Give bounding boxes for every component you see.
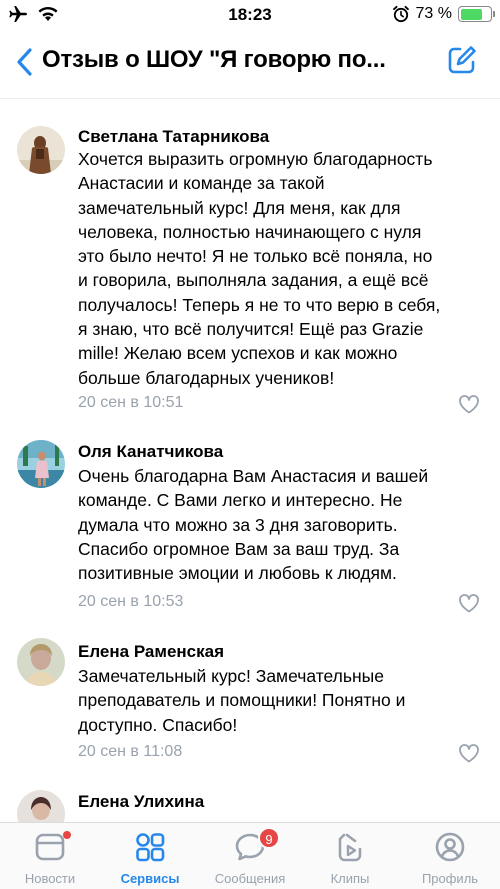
comment-text: Замечательный курс! Замечательные препод… [78, 664, 484, 737]
avatar-image [17, 440, 65, 488]
tab-services[interactable]: Сервисы [100, 823, 200, 889]
comment-author[interactable]: Светлана Татарникова [78, 127, 269, 147]
page-title: Отзыв о ШОУ "Я говорю по... [42, 46, 386, 73]
comment-text-line: думала что можно за 3 дня заговорить. [78, 514, 398, 535]
clips-icon [338, 833, 362, 862]
battery-percent: 73 % [415, 5, 452, 22]
avatar[interactable] [17, 440, 65, 488]
comment-text-line: человека, полностью начинающего с нуля [78, 221, 422, 242]
tab-label: Новости [24, 871, 76, 886]
comment-text-line: позитивные эмоции и любовь к людям. [78, 563, 397, 584]
comment-date: 20 сен в 10:53 [78, 593, 184, 610]
alarm-icon [392, 5, 409, 23]
like-heart-icon[interactable] [458, 743, 480, 763]
tab-profile[interactable]: Профиль [400, 823, 500, 889]
tab-label: Клипы [330, 871, 370, 886]
battery-icon [458, 6, 495, 22]
tab-messages[interactable]: 9 Сообщения [200, 823, 300, 889]
status-right: 73 % [392, 5, 495, 23]
comment-author[interactable]: Елена Раменская [78, 642, 224, 662]
comment-text-line: получалось! Теперь я не то что верю в се… [78, 294, 441, 315]
comment-text-line: команде. С Вами легко и интересно. Не [78, 490, 403, 511]
news-notification-dot [63, 831, 71, 839]
tab-news[interactable]: Новости [0, 823, 100, 889]
messages-badge: 9 [258, 827, 280, 849]
back-arrow-icon[interactable] [12, 46, 38, 78]
avatar-image [17, 126, 65, 174]
comment-text-line: я знаю, что всё получится! Ещё раз Grazi… [78, 319, 424, 340]
battery-level [460, 8, 482, 20]
comment-text-line: Анастасии и команде за такой [78, 173, 325, 194]
comment-text: Хочется выразить огромную благодарность … [78, 147, 484, 390]
comment-text-line: больше благодарных учеников! [78, 367, 335, 388]
comment-text-line: Спасибо огромное Вам за ваш труд. За [78, 538, 400, 559]
header-divider [0, 98, 500, 99]
tab-label: Сервисы [120, 871, 180, 886]
avatar[interactable] [17, 126, 65, 174]
comment-text-line: Замечательный курс! Замечательные [78, 666, 384, 686]
comment-text-line: Очень благодарна Вам Анастасия и вашей [78, 466, 429, 486]
comment-text-line: и говорила, выполняла задания, а ещё всё [78, 270, 429, 291]
comment-text-line: замечательный курс! Для меня, как для [78, 197, 401, 218]
comment-text-line: Хочется выразить огромную благодарность [78, 149, 433, 169]
avatar-image [17, 638, 65, 686]
comment-date: 20 сен в 11:08 [78, 743, 183, 760]
tab-clips[interactable]: Клипы [300, 823, 400, 889]
tab-bar: Новости Сервисы 9 Сообщения Клипы Профил… [0, 822, 500, 889]
comment-date: 20 сен в 10:51 [78, 394, 184, 411]
tab-label: Сообщения [214, 871, 286, 886]
comment-author[interactable]: Елена Улихина [78, 792, 204, 812]
tab-label: Профиль [421, 871, 479, 886]
like-heart-icon[interactable] [458, 394, 480, 414]
services-icon [136, 833, 165, 862]
avatar[interactable] [17, 638, 65, 686]
status-bar: 18:23 73 % [0, 0, 500, 30]
comment-text-line: mille! Желаю всем успехов и как можно [78, 343, 398, 364]
profile-icon [435, 832, 465, 862]
comment-text-line: преподаватель и помощники! Понятно и [78, 690, 406, 711]
like-heart-icon[interactable] [458, 593, 480, 613]
comment-text-line: доступно. Спасибо! [78, 714, 238, 735]
compose-icon[interactable] [446, 44, 478, 76]
comment-author[interactable]: Оля Канатчикова [78, 442, 223, 462]
app-header: Отзыв о ШОУ "Я говорю по... [0, 38, 500, 86]
comment-text: Очень благодарна Вам Анастасия и вашей к… [78, 464, 484, 585]
comment-text-line: это было нечто! Я не только всё поняла, … [78, 246, 433, 267]
news-icon [35, 833, 65, 861]
